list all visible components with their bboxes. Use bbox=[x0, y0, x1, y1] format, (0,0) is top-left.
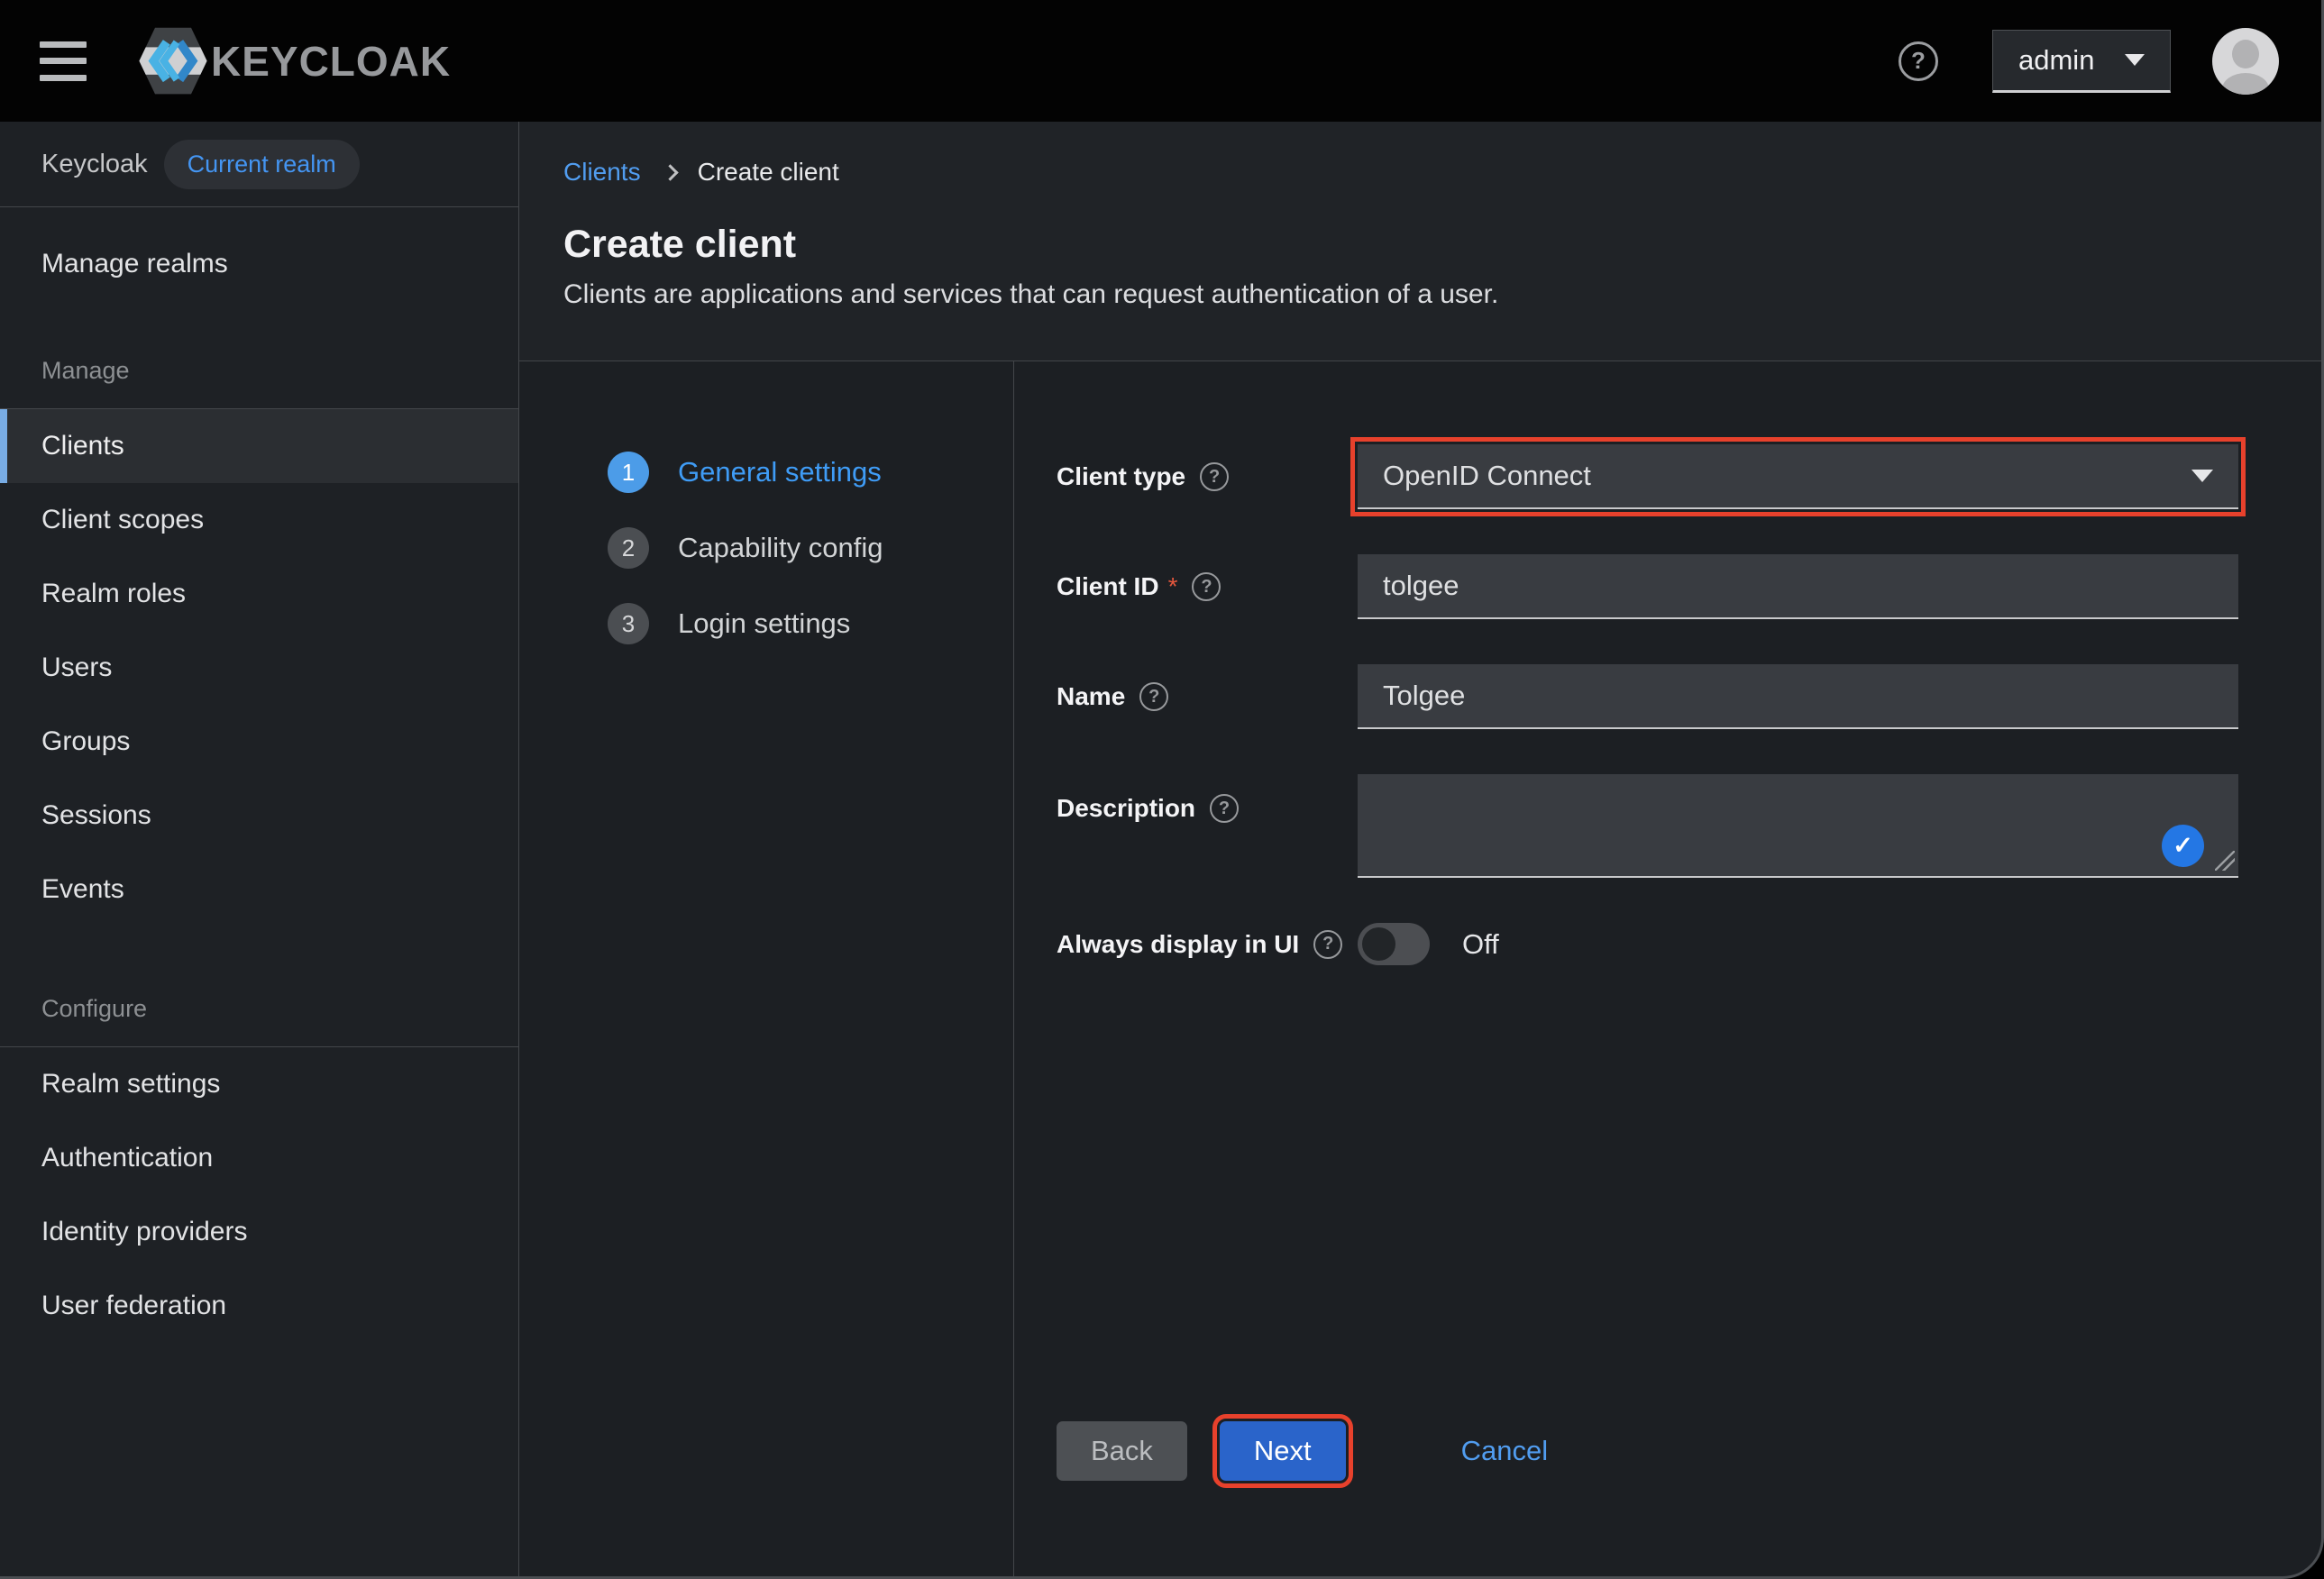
toggle-state-text: Off bbox=[1462, 928, 1499, 961]
wizard-step-capability-config[interactable]: 2 Capability config bbox=[608, 527, 1013, 569]
wizard-step-general-settings[interactable]: 1 General settings bbox=[608, 452, 1013, 493]
question-circle-icon[interactable] bbox=[1200, 462, 1229, 491]
realm-name: Keycloak bbox=[41, 150, 148, 179]
step-label: Login settings bbox=[678, 607, 850, 640]
step-label: Capability config bbox=[678, 532, 883, 564]
back-button[interactable]: Back bbox=[1057, 1421, 1187, 1481]
avatar[interactable] bbox=[2212, 28, 2279, 95]
keycloak-admin-console: KEYCLOAK ? admin Keycloak Current realm … bbox=[0, 0, 2324, 1579]
avatar-body-icon bbox=[2222, 73, 2269, 95]
question-circle-icon[interactable] bbox=[1139, 682, 1168, 711]
next-button[interactable]: Next bbox=[1220, 1421, 1346, 1481]
description-label: Description bbox=[1057, 794, 1195, 823]
page-subtitle: Clients are applications and services th… bbox=[563, 279, 2324, 310]
sidebar-group-manage: Manage bbox=[0, 357, 518, 385]
current-realm-badge[interactable]: Current realm bbox=[164, 140, 360, 189]
name-label: Name bbox=[1057, 682, 1125, 711]
client-id-input[interactable] bbox=[1358, 554, 2238, 619]
hamburger-menu-icon[interactable] bbox=[40, 41, 87, 81]
sidebar-item-clients[interactable]: Clients bbox=[0, 409, 518, 483]
avatar-head-icon bbox=[2232, 40, 2259, 68]
cancel-link[interactable]: Cancel bbox=[1461, 1435, 1549, 1467]
description-textarea[interactable] bbox=[1358, 774, 2238, 878]
sidebar-item-client-scopes[interactable]: Client scopes bbox=[0, 483, 518, 557]
toggle-knob bbox=[1362, 927, 1395, 961]
dropdown-caret-icon bbox=[2191, 470, 2213, 482]
step-number-badge: 1 bbox=[608, 452, 649, 493]
page-header-section: Clients Create client Create client Clie… bbox=[519, 122, 2324, 361]
top-header: KEYCLOAK ? admin bbox=[0, 0, 2324, 122]
keycloak-hexagon-icon bbox=[137, 23, 209, 100]
sidebar-item-realm-settings[interactable]: Realm settings bbox=[0, 1047, 518, 1121]
question-circle-icon[interactable] bbox=[1192, 572, 1221, 601]
breadcrumb-clients-link[interactable]: Clients bbox=[563, 158, 641, 187]
name-input[interactable] bbox=[1358, 664, 2238, 729]
brand-text: KEYCLOAK bbox=[211, 37, 451, 86]
always-display-toggle[interactable] bbox=[1358, 923, 1430, 965]
sidebar-item-groups[interactable]: Groups bbox=[0, 705, 518, 779]
page-title: Create client bbox=[563, 223, 2324, 267]
sidebar-item-realm-roles[interactable]: Realm roles bbox=[0, 557, 518, 631]
sidebar-nav: Keycloak Current realm Manage realms Man… bbox=[0, 122, 519, 1579]
keycloak-logo: KEYCLOAK bbox=[137, 23, 451, 100]
always-display-row: Always display in UI Off bbox=[1057, 923, 2238, 965]
breadcrumb: Clients Create client bbox=[563, 158, 2324, 187]
client-type-value: OpenID Connect bbox=[1383, 460, 1591, 492]
breadcrumb-chevron-icon bbox=[662, 164, 678, 180]
sidebar-item-authentication[interactable]: Authentication bbox=[0, 1121, 518, 1195]
description-row: Description ✓ bbox=[1057, 774, 2238, 878]
user-menu-dropdown[interactable]: admin bbox=[1992, 30, 2171, 93]
client-id-row: Client ID * bbox=[1057, 554, 2238, 619]
user-menu-label: admin bbox=[2018, 44, 2094, 77]
breadcrumb-current: Create client bbox=[698, 158, 839, 187]
help-icon[interactable]: ? bbox=[1899, 41, 1938, 81]
client-id-label: Client ID bbox=[1057, 572, 1159, 601]
question-circle-icon[interactable] bbox=[1313, 930, 1342, 959]
main-area: Clients Create client Create client Clie… bbox=[519, 122, 2324, 1579]
client-type-row: Client type OpenID Connect bbox=[1057, 444, 2238, 509]
sidebar-item-sessions[interactable]: Sessions bbox=[0, 779, 518, 853]
question-circle-icon[interactable] bbox=[1210, 794, 1239, 823]
wizard-actions: Back Next Cancel bbox=[1057, 1421, 2238, 1481]
sidebar-item-manage-realms[interactable]: Manage realms bbox=[0, 227, 518, 301]
header-right: ? admin bbox=[1899, 28, 2279, 95]
wizard-step-login-settings[interactable]: 3 Login settings bbox=[608, 603, 1013, 644]
sidebar-item-events[interactable]: Events bbox=[0, 853, 518, 926]
always-display-label: Always display in UI bbox=[1057, 930, 1299, 959]
sidebar-item-user-federation[interactable]: User federation bbox=[0, 1269, 518, 1343]
step-label: General settings bbox=[678, 456, 882, 488]
realm-selector: Keycloak Current realm bbox=[0, 122, 518, 207]
resize-handle-icon[interactable] bbox=[2215, 851, 2235, 871]
sidebar-item-identity-providers[interactable]: Identity providers bbox=[0, 1195, 518, 1269]
general-settings-form: Client type OpenID Connect Client bbox=[1014, 361, 2324, 1579]
required-asterisk: * bbox=[1168, 572, 1178, 601]
caret-down-icon bbox=[2125, 54, 2145, 66]
sidebar-group-configure: Configure bbox=[0, 995, 518, 1023]
sidebar-item-users[interactable]: Users bbox=[0, 631, 518, 705]
client-type-select[interactable]: OpenID Connect bbox=[1358, 444, 2238, 509]
client-type-label: Client type bbox=[1057, 462, 1185, 491]
step-number-badge: 3 bbox=[608, 603, 649, 644]
check-circle-icon[interactable]: ✓ bbox=[2162, 825, 2204, 867]
name-row: Name bbox=[1057, 664, 2238, 729]
step-number-badge: 2 bbox=[608, 527, 649, 569]
wizard-nav: 1 General settings 2 Capability config 3… bbox=[519, 361, 1014, 1579]
